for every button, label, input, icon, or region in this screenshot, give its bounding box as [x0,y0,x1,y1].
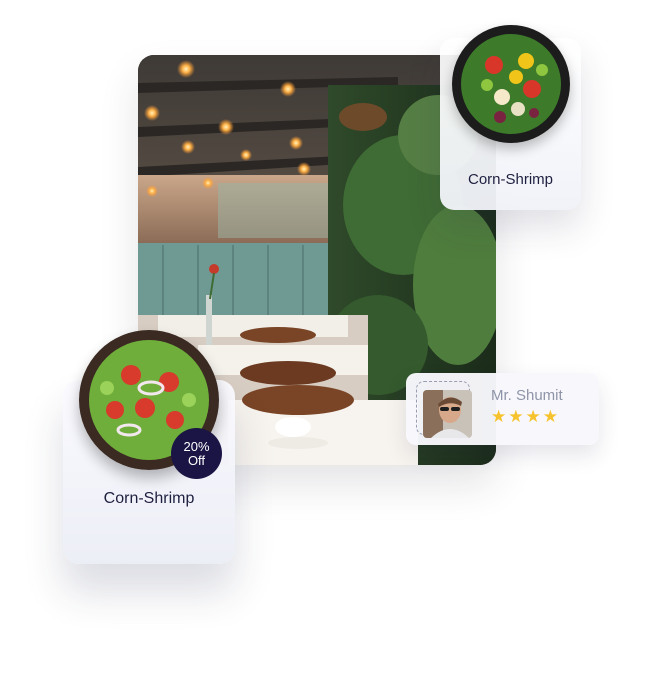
star-icon: ★ [542,407,558,426]
discount-dish-card[interactable]: 20% Off Corn-Shrimp [63,330,235,564]
reviewer-avatar [423,390,472,438]
salad-bowl-image [452,25,570,143]
top-dish-card[interactable]: Corn-Shrimp [440,25,581,210]
star-icon: ★ [525,407,541,426]
discount-label: Off [187,452,206,468]
star-icon: ★ [491,407,507,426]
dish-name: Corn-Shrimp [467,171,554,188]
dish-name: Corn-Shrimp [103,490,195,507]
discount-badge: 20% Off [171,428,222,479]
star-icon: ★ [508,407,524,426]
discount-percent: 20% [183,438,210,454]
reviewer-name: Mr. Shumit [491,387,563,404]
rating-stars: ★ ★ ★ ★ [491,408,558,425]
review-card[interactable]: Mr. Shumit ★ ★ ★ ★ [406,373,599,445]
